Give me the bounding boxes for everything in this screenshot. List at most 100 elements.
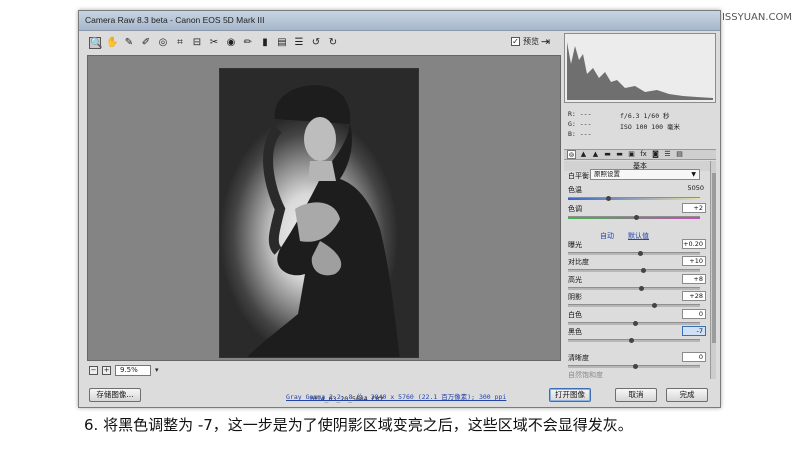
panel-tab-9[interactable]: ☰ — [663, 150, 672, 159]
blacks-thumb[interactable] — [629, 338, 634, 343]
panel-tab-7[interactable]: fx — [639, 150, 648, 159]
white-balance-icon[interactable]: ✎ — [123, 37, 135, 49]
panel-tab-10[interactable]: ▤ — [675, 150, 684, 159]
export-icon[interactable]: ⇥ — [541, 35, 550, 48]
panel-tab-8[interactable]: ◙ — [651, 150, 660, 159]
contrast-label: 对比度 — [568, 258, 589, 266]
whites-value[interactable]: 0 — [682, 309, 706, 319]
zoom-icon[interactable]: 🔍 — [89, 37, 102, 49]
white-balance-label: 白平衡: — [568, 172, 592, 180]
open-image-button[interactable]: 打开图像 — [549, 388, 591, 402]
exposure-thumb[interactable] — [638, 251, 643, 256]
contrast-thumb[interactable] — [641, 268, 646, 273]
whites-thumb[interactable] — [633, 321, 638, 326]
panel-tab-4[interactable]: ▬ — [603, 150, 612, 159]
image-canvas[interactable]: 2014_03_20_5684.CR2 — [87, 55, 561, 403]
save-image-button[interactable]: 存储图像... — [89, 388, 141, 402]
preview-checkbox[interactable]: ✓ — [511, 37, 520, 46]
caption: 6. 将黑色调整为 -7，这一步是为了使阴影区域变亮之后，这些区域不会显得发灰。 — [84, 416, 633, 434]
green-readout: G: --- — [568, 120, 592, 128]
blacks-value[interactable]: -7 — [682, 326, 706, 336]
zoom-level[interactable]: 9.5% — [115, 364, 151, 376]
histogram — [564, 33, 716, 103]
photo-preview — [219, 68, 419, 358]
rotate-cw-icon[interactable]: ↻ — [327, 37, 339, 49]
hand-icon[interactable]: ✋ — [106, 37, 118, 49]
tint-slider[interactable] — [568, 215, 700, 220]
whites-slider[interactable] — [568, 321, 700, 326]
red-eye-icon[interactable]: ◉ — [225, 37, 237, 49]
panel-tab-6[interactable]: ▣ — [627, 150, 636, 159]
red-readout: R: --- — [568, 110, 592, 118]
adjustment-brush-icon[interactable]: ✏ — [242, 37, 254, 49]
preview-toggle[interactable]: ✓ 预览 — [511, 36, 539, 47]
chevron-down-icon[interactable]: ▾ — [155, 366, 159, 374]
blacks-slider[interactable] — [568, 338, 700, 343]
color-sampler-icon[interactable]: ✐ — [140, 37, 152, 49]
list-icon[interactable]: ☰ — [293, 37, 305, 49]
title-bar: Camera Raw 8.3 beta - Canon EOS 5D Mark … — [79, 11, 720, 31]
readout-area: R: --- G: --- B: --- f/6.3 1/60 秒 ISO 10… — [564, 105, 716, 147]
rgb-readout: R: --- G: --- B: --- — [568, 109, 591, 139]
straighten-icon[interactable]: ⊟ — [191, 37, 203, 49]
panel-tabs: ⊚ ▲ ▲ ▬ ▬ ▣ fx ◙ ☰ ▤ — [564, 149, 716, 160]
whites-label: 白色 — [568, 311, 582, 319]
panel-tab-5[interactable]: ▬ — [615, 150, 624, 159]
clarity-value[interactable]: 0 — [682, 352, 706, 362]
highlights-value[interactable]: +8 — [682, 274, 706, 284]
panel-tab-1[interactable]: ⊚ — [567, 150, 576, 159]
workflow-options-link[interactable]: Gray Gamma 2.2; 8 位; 3840 x 5760 (22.1 百… — [286, 391, 506, 401]
blacks-label: 黑色 — [568, 328, 582, 336]
crop-icon[interactable]: ⌗ — [174, 37, 186, 49]
scrollbar-thumb[interactable] — [712, 173, 716, 343]
highlights-slider[interactable] — [568, 286, 700, 291]
target-adjust-icon[interactable]: ◎ — [157, 37, 169, 49]
chevron-down-icon: ▼ — [691, 171, 696, 178]
zoom-in-button[interactable]: + — [102, 365, 111, 375]
exposure-slider[interactable] — [568, 251, 700, 256]
shadows-value[interactable]: +28 — [682, 291, 706, 301]
radial-filter-icon[interactable]: ▤ — [276, 37, 288, 49]
clarity-slider[interactable] — [568, 364, 700, 369]
preview-label: 预览 — [523, 37, 539, 46]
rotate-ccw-icon[interactable]: ↺ — [310, 37, 322, 49]
temperature-slider[interactable] — [568, 196, 700, 201]
window-title: Camera Raw 8.3 beta - Canon EOS 5D Mark … — [85, 15, 265, 25]
auto-default-links: 自动 默认值 — [600, 231, 649, 241]
portrait-silhouette — [247, 85, 400, 357]
panel-scrollbar[interactable] — [710, 161, 716, 379]
aperture-shutter: f/6.3 1/60 秒 — [620, 112, 670, 120]
white-balance-select[interactable]: 原照设置 ▼ — [590, 169, 700, 180]
graduated-filter-icon[interactable]: ▮ — [259, 37, 271, 49]
done-button[interactable]: 完成 — [666, 388, 708, 402]
shadows-thumb[interactable] — [652, 303, 657, 308]
contrast-slider[interactable] — [568, 268, 700, 273]
exposure-value[interactable]: +0.20 — [682, 239, 706, 249]
zoom-out-button[interactable]: − — [89, 365, 98, 375]
panel-tab-2[interactable]: ▲ — [579, 150, 588, 159]
highlights-thumb[interactable] — [639, 286, 644, 291]
camera-raw-window: Camera Raw 8.3 beta - Canon EOS 5D Mark … — [78, 10, 721, 408]
spot-removal-icon[interactable]: ✂ — [208, 37, 220, 49]
highlights-label: 高光 — [568, 276, 582, 284]
cancel-button[interactable]: 取消 — [615, 388, 657, 402]
vibrance-label: 自然饱和度 — [568, 371, 603, 379]
clarity-label: 清晰度 — [568, 354, 589, 362]
temperature-value[interactable]: 5050 — [682, 184, 706, 194]
temperature-thumb[interactable] — [606, 196, 611, 201]
adjustment-panel: R: --- G: --- B: --- f/6.3 1/60 秒 ISO 10… — [564, 33, 716, 379]
tint-value[interactable]: +2 — [682, 203, 706, 213]
page: 思缘设计论坛 WWW.MISSYUAN.COM Camera Raw 8.3 b… — [0, 0, 800, 454]
iso-focal: ISO 100 100 毫米 — [620, 123, 680, 131]
clarity-thumb[interactable] — [633, 364, 638, 369]
tint-label: 色调 — [568, 205, 582, 213]
default-link[interactable]: 默认值 — [628, 231, 649, 241]
exif-readout: f/6.3 1/60 秒 ISO 100 100 毫米 — [620, 111, 680, 133]
zoom-bar: − + 9.5% ▾ — [87, 363, 561, 377]
shadows-slider[interactable] — [568, 303, 700, 308]
auto-link[interactable]: 自动 — [600, 231, 614, 241]
contrast-value[interactable]: +10 — [682, 256, 706, 266]
tint-thumb[interactable] — [634, 215, 639, 220]
panel-tab-3[interactable]: ▲ — [591, 150, 600, 159]
temperature-label: 色温 — [568, 186, 582, 194]
